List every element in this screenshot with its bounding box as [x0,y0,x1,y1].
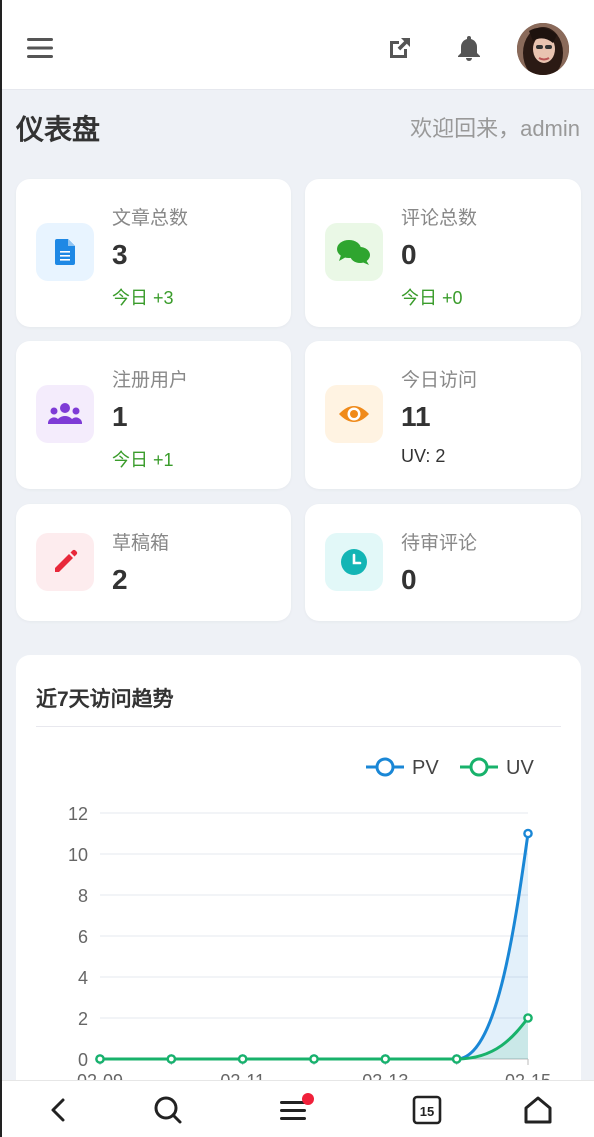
user-avatar[interactable] [517,23,569,75]
y-tick-label: 2 [78,1009,88,1029]
stat-card-comments[interactable]: 评论总数 0 今日 +0 [305,179,581,327]
home-icon[interactable] [508,1081,568,1137]
legend-label: PV [412,757,439,779]
stat-delta: 今日 +3 [112,288,174,308]
stat-label: 文章总数 [112,208,189,229]
stat-value: 1 [112,401,128,432]
hamburger-menu-icon[interactable] [26,33,56,63]
series-line-uv [100,1017,530,1061]
stat-label: 注册用户 [112,370,189,391]
data-point-uv [451,1054,462,1064]
legend-marker [375,757,395,777]
visit-trend-card: 近7天访问趋势 0 2 4 6 8 10 12 02-09 02-11 02-13 02-15 PV U… [16,655,581,1137]
back-arrow-icon[interactable] [28,1081,88,1137]
top-bar [0,0,594,90]
bell-icon[interactable] [453,32,485,64]
data-point-uv [309,1054,319,1064]
stat-label: 草稿箱 [112,533,170,554]
data-point-uv [380,1054,391,1064]
y-tick-label: 4 [78,968,88,988]
data-point-uv [237,1054,248,1064]
stat-card-visits[interactable]: 今日访问 11 UV: 2 [305,341,581,489]
legend-label: UV [506,757,534,779]
y-tick-label: 6 [78,927,88,947]
series-area-pv [100,833,528,1059]
y-tick-label: 8 [78,886,88,906]
menu-lines-icon[interactable] [267,1081,327,1137]
stat-card-pending[interactable]: 待审评论 0 [305,504,581,621]
bottom-nav: 15 [0,1080,594,1137]
document-icon [36,223,94,281]
eye-icon [325,385,383,443]
stat-delta: 今日 +0 [401,288,463,308]
welcome-text: 欢迎回来，admin [410,116,580,141]
series-area-uv [100,1018,528,1059]
data-point-uv [95,1054,105,1064]
calendar-icon[interactable]: 15 [397,1081,457,1137]
calendar-date-label: 15 [420,1104,434,1119]
y-tick-label: 0 [78,1050,88,1070]
search-icon[interactable] [138,1081,198,1137]
stat-card-drafts[interactable]: 草稿箱 2 [16,504,291,621]
stat-card-articles[interactable]: 文章总数 3 今日 +3 [16,179,291,327]
legend-marker [469,757,489,777]
stat-label: 待审评论 [401,533,478,554]
series-line-pv [100,833,530,1061]
clock-icon [325,533,383,591]
stat-value: 3 [112,239,128,270]
data-point-uv [166,1054,177,1064]
users-icon [36,385,94,443]
window-edge [0,0,2,1137]
stat-value: 2 [112,564,128,595]
y-tick-label: 10 [68,845,88,865]
external-link-icon[interactable] [384,32,416,64]
stat-label: 评论总数 [401,208,478,229]
stat-label: 今日访问 [401,370,478,391]
stat-value: 11 [401,401,431,432]
stat-value: 0 [401,564,417,595]
visit-trend-chart: 02468101202-09 02-11 02-13 02-15PV UV [68,757,551,1085]
stat-uv: UV: 2 [401,446,446,466]
stat-card-users[interactable]: 注册用户 1 今日 +1 [16,341,291,489]
data-point-uv [523,1013,533,1023]
data-point-pv [523,828,533,839]
pencil-icon [36,533,94,591]
stat-delta: 今日 +1 [112,450,174,470]
page-title: 仪表盘 [16,114,101,145]
stat-value: 0 [401,239,417,270]
y-tick-label: 12 [68,804,88,824]
comments-icon [325,223,383,281]
